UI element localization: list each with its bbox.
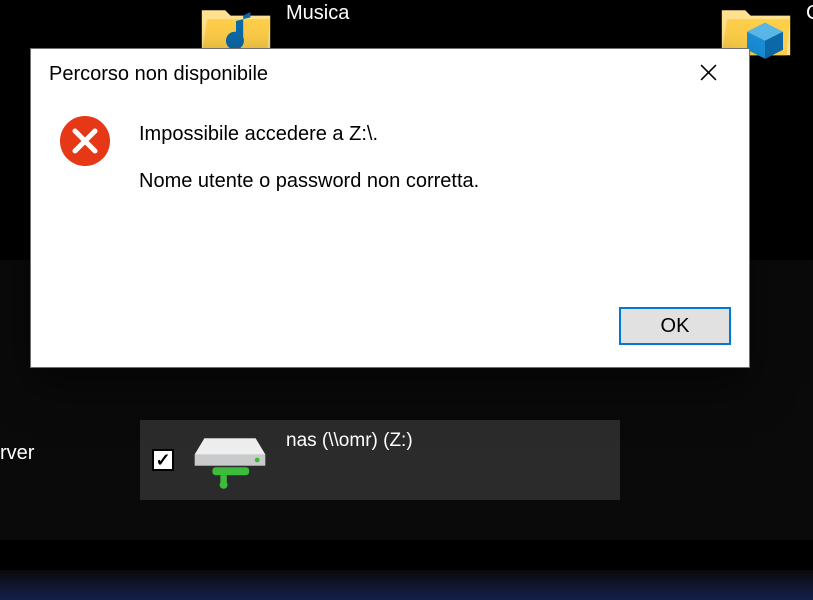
folder-label: Musica (286, 2, 349, 25)
folder-label: C (806, 2, 813, 25)
close-icon (700, 64, 717, 84)
dialog-footer: OK (31, 293, 749, 367)
dialog-titlebar: Percorso non disponibile (31, 49, 749, 99)
sidebar-label-partial: rver (0, 442, 34, 465)
taskbar-sliver (0, 570, 813, 600)
network-drive-label: nas (\\omr) (Z:) (286, 430, 413, 452)
close-button[interactable] (686, 54, 731, 94)
network-drive-icon (190, 430, 270, 490)
error-dialog: Percorso non disponibile Impossibile acc… (30, 48, 750, 368)
dialog-message-area: Impossibile accedere a Z:\. Nome utente … (139, 115, 479, 193)
dialog-message-secondary: Nome utente o password non corretta. (139, 170, 479, 193)
ok-button[interactable]: OK (619, 307, 731, 345)
checkbox-icon[interactable]: ✓ (152, 449, 174, 471)
dialog-body: Impossibile accedere a Z:\. Nome utente … (31, 99, 749, 193)
dialog-message-primary: Impossibile accedere a Z:\. (139, 123, 479, 146)
dialog-title: Percorso non disponibile (49, 63, 268, 86)
error-icon (59, 115, 111, 167)
network-drive-item[interactable]: ✓ nas (\\omr) (Z:) (140, 420, 620, 500)
